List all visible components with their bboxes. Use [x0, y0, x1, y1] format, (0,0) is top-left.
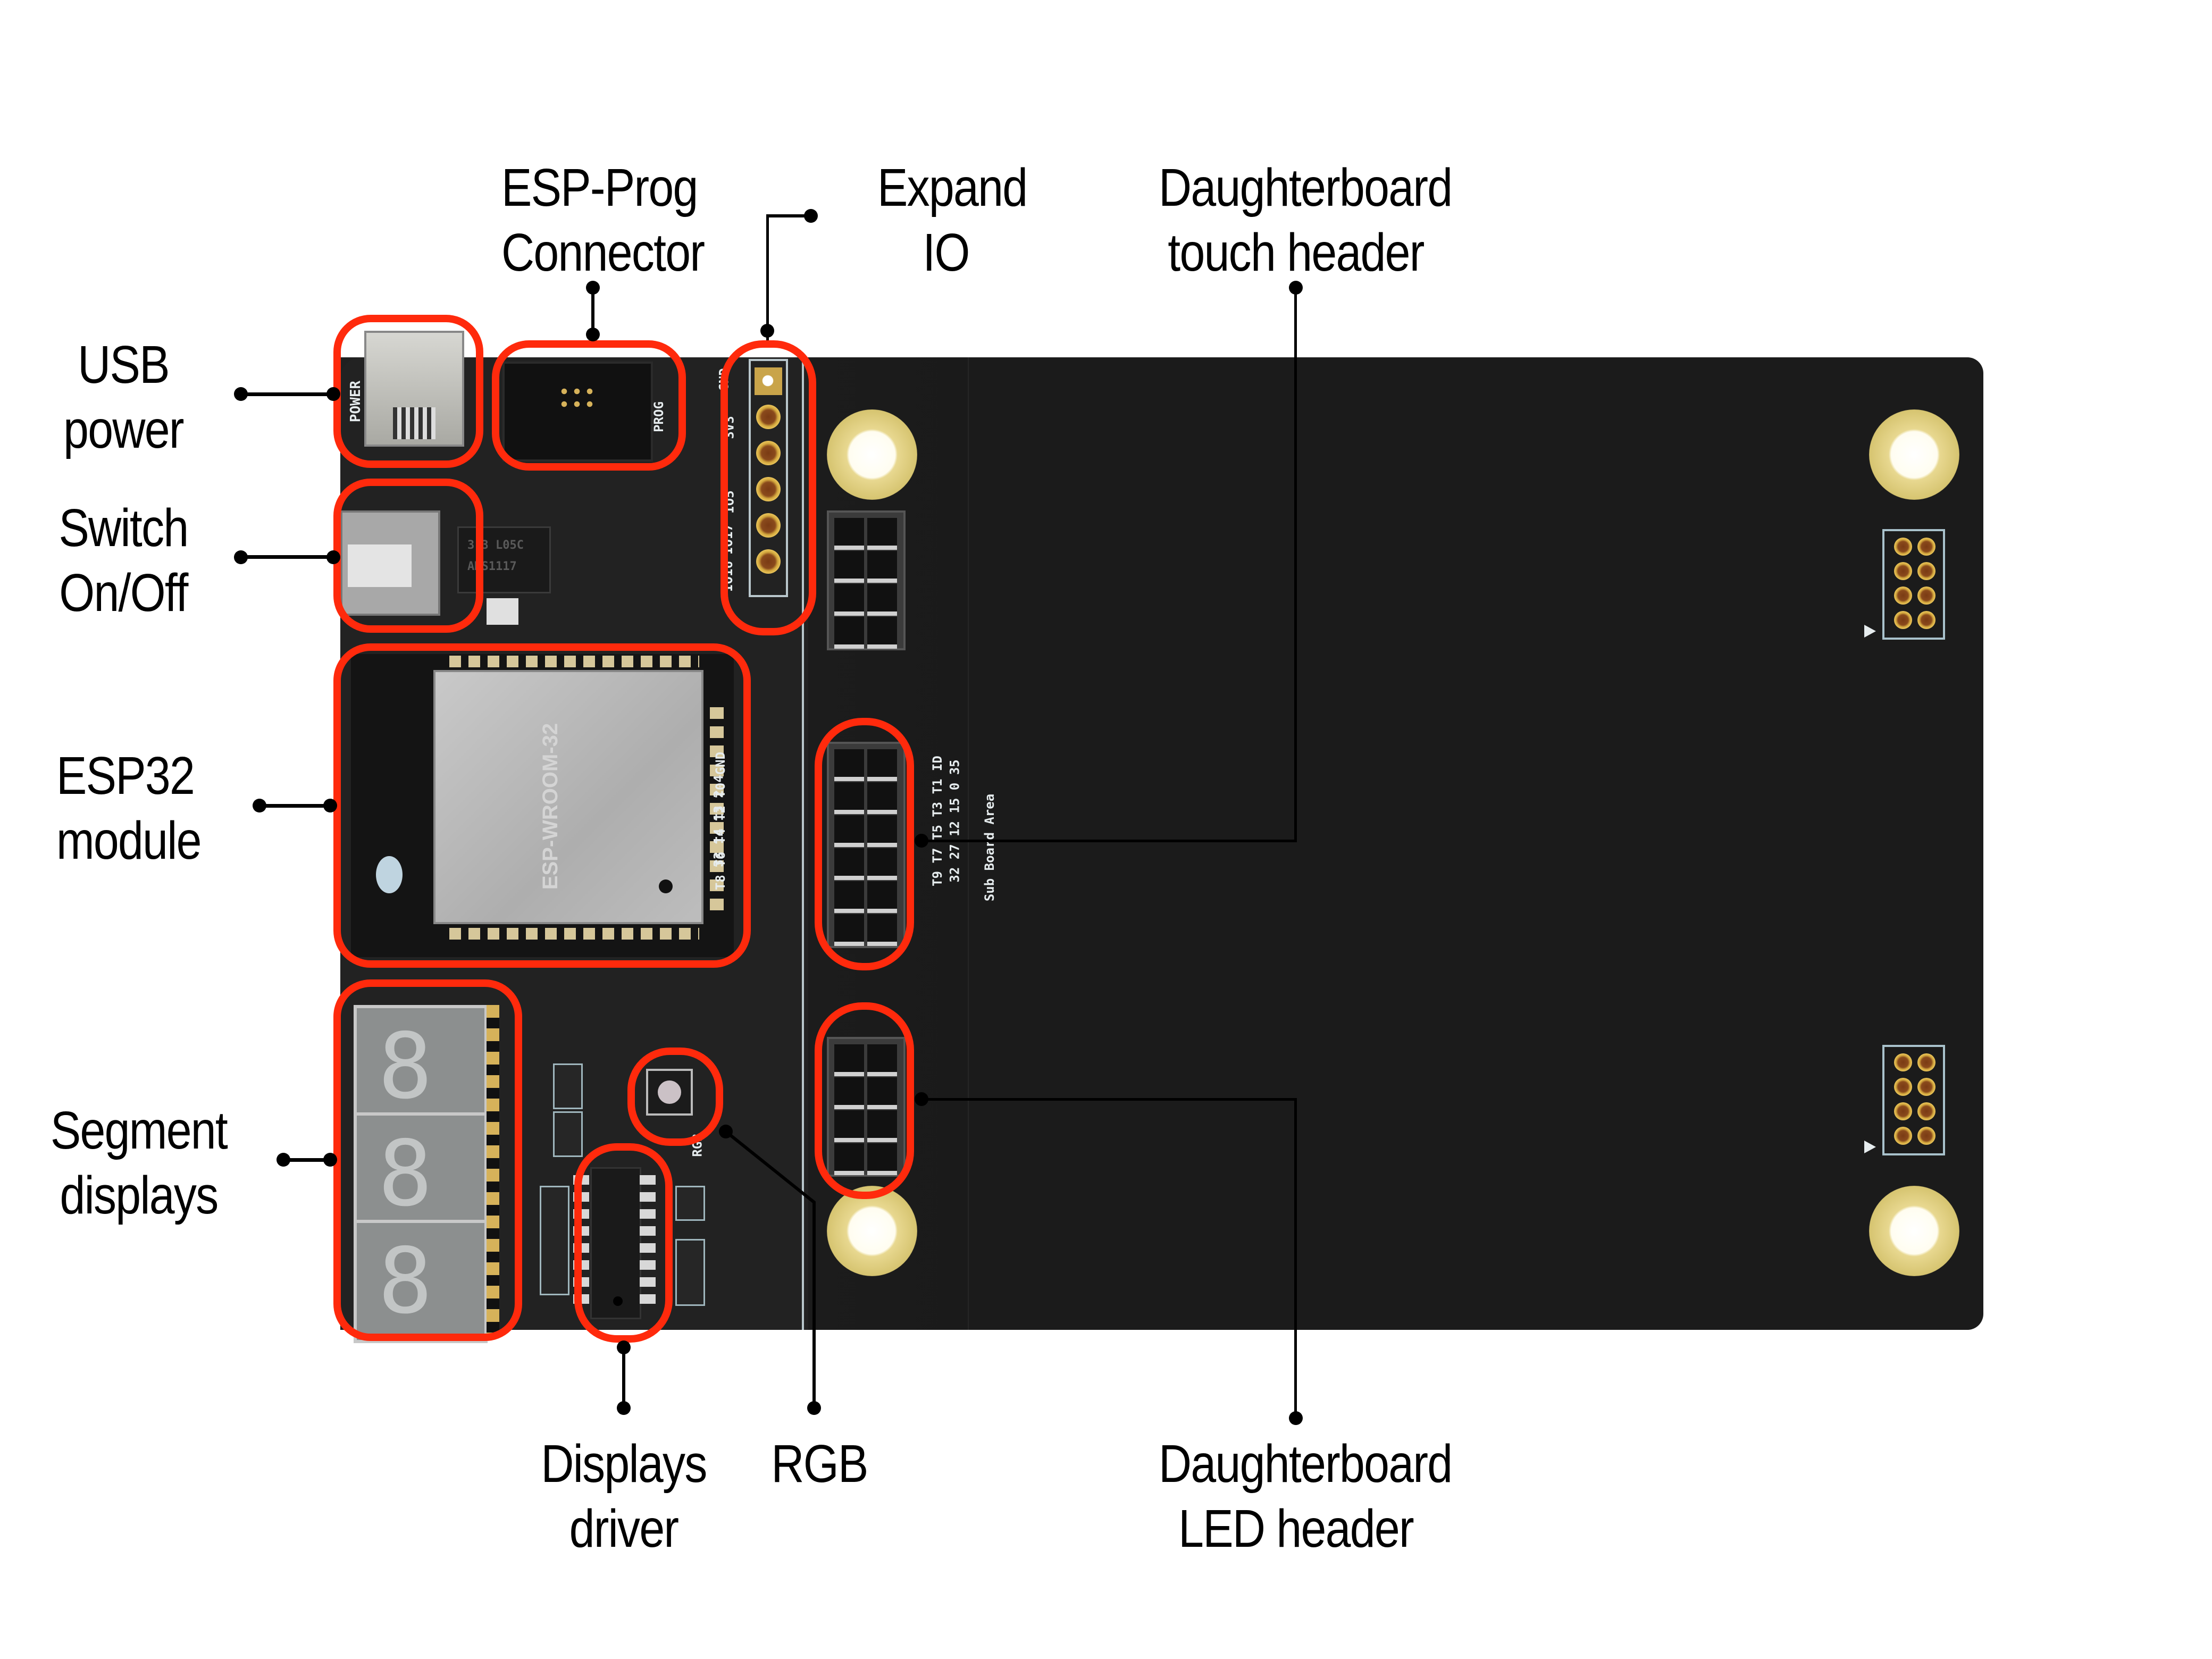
mounting-hole [1869, 409, 1959, 500]
mounting-hole [827, 409, 917, 500]
callout-led-header [815, 1002, 914, 1199]
smd-resistor [553, 1111, 583, 1157]
callout-usb-power [333, 315, 483, 468]
callout-esp32 [333, 643, 751, 968]
leader-dot [276, 1153, 290, 1167]
regulator-tab [487, 598, 518, 625]
leader-line-touch-v [1294, 288, 1297, 842]
leader-dot [234, 550, 248, 564]
leader-line-switch [241, 555, 333, 559]
female-header-2x4 [827, 510, 906, 650]
leader-dot [326, 387, 340, 401]
leader-dot [617, 1401, 631, 1415]
label-switch: Switch On/Off [58, 498, 189, 623]
smd-resistor [540, 1186, 569, 1295]
callout-displays-driver [574, 1143, 673, 1343]
pin1-marker-icon [1864, 1141, 1876, 1153]
label-led-header: Daughterboard LED header [1159, 1434, 1453, 1559]
label-esp-prog: ESP-Prog Connector [501, 158, 705, 282]
leader-dot [915, 834, 928, 848]
leader-dot [617, 1340, 631, 1354]
leader-line-led-v [1294, 1098, 1297, 1418]
leader-dot [915, 1092, 928, 1106]
smd-resistor [675, 1239, 705, 1306]
label-touch-header: Daughterboard touch header [1159, 158, 1453, 282]
leader-dot [326, 550, 340, 564]
leader-line-expand-io-v [766, 214, 769, 340]
leader-dot [234, 387, 248, 401]
leader-dot [253, 799, 266, 812]
label-segment-displays: Segment displays [50, 1101, 228, 1225]
leader-line-esp32 [259, 804, 333, 808]
leader-dot [807, 1401, 821, 1415]
sub-board-area [968, 357, 1983, 1330]
smd-resistor [675, 1186, 705, 1221]
leader-dot [804, 209, 818, 223]
callout-touch-header [815, 718, 914, 970]
leader-line-usb [241, 392, 333, 396]
leader-dot [586, 328, 600, 341]
callout-esp-prog [492, 340, 686, 471]
leader-line-touch-h [921, 840, 1297, 842]
label-rgb: RGB [771, 1434, 868, 1494]
label-usb-power: USB power [63, 335, 184, 459]
leader-dot [323, 799, 337, 812]
daughterboard-touch-pads [1882, 529, 1945, 640]
callout-expand-io [720, 340, 816, 635]
pin1-marker-icon [1864, 625, 1876, 638]
silk-touch-right-row1: T9 T7 T5 T3 T1 ID [929, 756, 945, 886]
silk-sub-board-area: Sub Board Area [982, 793, 998, 902]
mounting-hole [1869, 1186, 1959, 1276]
leader-dot [323, 1153, 337, 1167]
callout-segment-displays [333, 979, 522, 1341]
mounting-hole [827, 1186, 917, 1276]
callout-rgb [627, 1048, 723, 1146]
smd-resistor [553, 1063, 583, 1109]
leader-dot [1289, 1411, 1303, 1425]
label-displays-driver: Displays driver [541, 1434, 707, 1559]
callout-switch [333, 479, 483, 633]
label-esp32-module: ESP32 module [56, 746, 202, 870]
silk-touch-right-row2: 32 27 12 15 0 35 [947, 759, 962, 883]
label-expand-io: Expand IO [877, 158, 1028, 282]
leader-dot [760, 324, 774, 338]
leader-dot [719, 1125, 733, 1138]
daughterboard-led-pads [1882, 1045, 1945, 1155]
leader-line-rgb [725, 1130, 816, 1408]
leader-line-led-h [921, 1098, 1297, 1101]
